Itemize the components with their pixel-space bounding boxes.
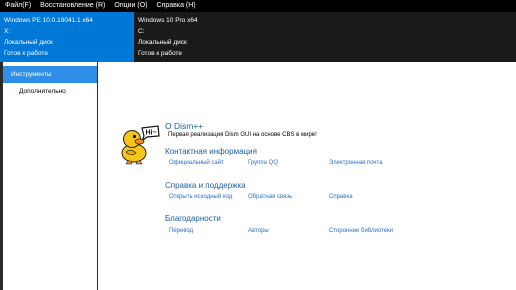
session-tile-win10[interactable]: Windows 10 Pro x64 C: Локальный диск Гот…: [134, 12, 268, 62]
official-site-link[interactable]: Официальный сайт: [169, 160, 224, 166]
session-status: Готов к работе: [4, 50, 48, 57]
menu-restore[interactable]: Восстановление (R): [35, 0, 109, 12]
qq-group-link[interactable]: Группа QQ: [248, 160, 278, 166]
contacts-title: Контактная информация: [165, 147, 257, 156]
session-status: Готов к работе: [138, 50, 182, 57]
sidebar-item-tools[interactable]: Инструменты: [3, 66, 97, 83]
feedback-link[interactable]: Обратная связь: [248, 194, 292, 200]
session-type: Локальный диск: [138, 39, 187, 46]
email-link[interactable]: Электронная почта: [329, 160, 383, 166]
session-os: Windows 10 Pro x64: [138, 17, 198, 24]
authors-link[interactable]: Авторы: [248, 228, 269, 234]
sidebar: Инструменты Дополнительно: [0, 62, 98, 290]
session-drive: X:: [4, 28, 11, 35]
help-link[interactable]: Справка: [329, 194, 353, 200]
session-bar: Windows PE 10.0.19041.1 x64 X: Локальный…: [0, 12, 516, 62]
session-drive: C:: [138, 28, 145, 35]
logo-text: Hi~: [146, 130, 157, 137]
translation-link[interactable]: Перевод: [169, 228, 193, 234]
about-title: О Dism++: [165, 121, 204, 131]
sidebar-item-advanced[interactable]: Дополнительно: [3, 83, 97, 100]
help-title: Справка и поддержка: [165, 181, 246, 190]
session-os: Windows PE 10.0.19041.1 x64: [4, 17, 93, 24]
about-subtitle: Первая реализация Dism GUI на основе CBS…: [168, 132, 317, 138]
menu-bar: Файл(F) Восстановление (R) Опции (O) Спр…: [0, 0, 516, 12]
main-content: [99, 62, 516, 290]
menu-help[interactable]: Справка (H): [152, 0, 200, 12]
menu-options[interactable]: Опции (O): [109, 0, 151, 12]
session-type: Локальный диск: [4, 39, 53, 46]
third-party-libraries-link[interactable]: Сторонние библиотеки: [329, 228, 393, 234]
session-tile-winpe[interactable]: Windows PE 10.0.19041.1 x64 X: Локальный…: [0, 12, 134, 62]
menu-file[interactable]: Файл(F): [0, 0, 35, 12]
open-source-link[interactable]: Открыть исходный код: [169, 194, 232, 200]
duck-icon: Hi~: [121, 125, 160, 165]
thanks-title: Благодарности: [165, 214, 221, 223]
